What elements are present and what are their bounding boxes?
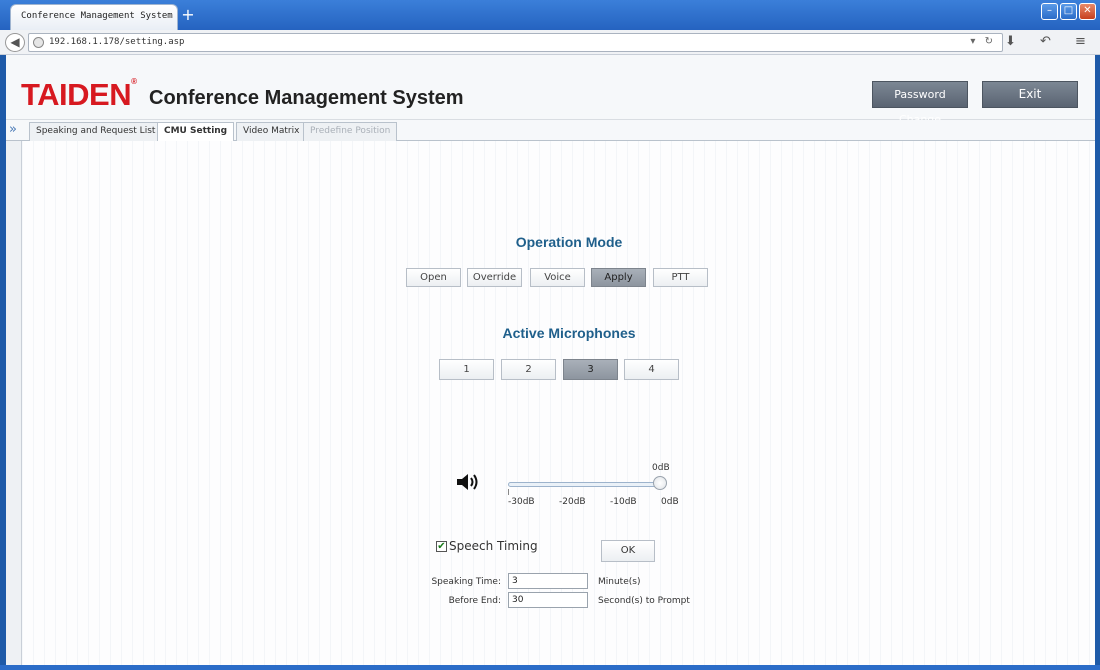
cmu-setting-panel: Operation Mode Open Override Voice Apply… (23, 141, 1095, 665)
mic-count-2-button[interactable]: 2 (501, 359, 556, 380)
tab-predefine-position: Predefine Position (303, 122, 398, 141)
expand-sidebar-icon[interactable]: » (9, 122, 17, 137)
password-change-button[interactable]: Password Change (872, 81, 968, 126)
speaker-icon (457, 474, 478, 490)
operation-mode-title: Operation Mode (515, 234, 623, 250)
speaking-time-input[interactable] (508, 573, 588, 589)
page-title: Conference Management System (149, 87, 464, 109)
new-tab-button[interactable]: + (178, 6, 198, 24)
mode-ptt-button[interactable]: PTT (653, 268, 708, 287)
before-end-unit: Second(s) to Prompt (598, 596, 690, 606)
mic-count-1-button[interactable]: 1 (439, 359, 494, 380)
back-button[interactable]: ◀ (5, 33, 25, 52)
browser-tab[interactable]: Conference Management System (10, 4, 178, 30)
toolbar-icons[interactable]: ⬇ ↶ ≡ (1005, 34, 1096, 49)
reload-icon[interactable]: ▾ ↻ (970, 36, 996, 47)
volume-scale-label: -30dB (508, 497, 535, 507)
tab-cmu-setting[interactable]: CMU Setting (157, 122, 235, 142)
speaking-time-label: Speaking Time: (431, 577, 501, 587)
tab-video-matrix[interactable]: Video Matrix (236, 122, 307, 141)
mode-apply-button[interactable]: Apply (591, 268, 646, 287)
collapsed-sidebar[interactable] (6, 141, 22, 665)
app-header: TAIDEN® Conference Management System Pas… (6, 55, 1095, 126)
browser-navbar: ◀ 192.168.1.178/setting.asp ▾ ↻ ⬇ ↶ ≡ (0, 30, 1100, 55)
volume-slider-handle[interactable] (653, 476, 667, 490)
speaking-time-unit: Minute(s) (598, 577, 641, 587)
minimize-button[interactable]: – (1041, 3, 1058, 20)
exit-button[interactable]: Exit (982, 81, 1078, 108)
mode-open-button[interactable]: Open (406, 268, 461, 287)
volume-slider-track[interactable] (508, 482, 660, 487)
tab-speaking-and-request-list[interactable]: Speaking and Request List (29, 122, 163, 141)
address-bar[interactable]: 192.168.1.178/setting.asp ▾ ↻ (28, 33, 1003, 52)
mode-override-button[interactable]: Override (467, 268, 522, 287)
app-window: TAIDEN® Conference Management System Pas… (6, 55, 1095, 665)
before-end-input[interactable] (508, 592, 588, 608)
maximize-button[interactable]: □ (1060, 3, 1077, 20)
ok-button[interactable]: OK (601, 540, 655, 562)
volume-scale-label: 0dB (661, 497, 679, 507)
window-controls: – □ ✕ (1041, 3, 1096, 20)
speech-timing-checkbox[interactable]: ✔ (436, 541, 447, 552)
before-end-label: Before End: (448, 596, 501, 606)
taiden-logo: TAIDEN® (21, 77, 137, 112)
window-bottom-border (0, 665, 1100, 670)
volume-current-value: 0dB (652, 463, 670, 473)
tab-strip: » Speaking and Request List CMU Setting … (6, 120, 1095, 142)
close-window-button[interactable]: ✕ (1079, 3, 1096, 20)
globe-icon (33, 37, 44, 48)
volume-tick (508, 489, 509, 495)
mode-voice-button[interactable]: Voice (530, 268, 585, 287)
mic-count-3-button[interactable]: 3 (563, 359, 618, 380)
mic-count-4-button[interactable]: 4 (624, 359, 679, 380)
active-microphones-title: Active Microphones (502, 325, 636, 341)
volume-scale-label: -10dB (610, 497, 637, 507)
url-text: 192.168.1.178/setting.asp (49, 37, 185, 47)
volume-scale-label: -20dB (559, 497, 586, 507)
browser-titlebar: Conference Management System + – □ ✕ (0, 0, 1100, 30)
speech-timing-label: Speech Timing (449, 539, 538, 553)
